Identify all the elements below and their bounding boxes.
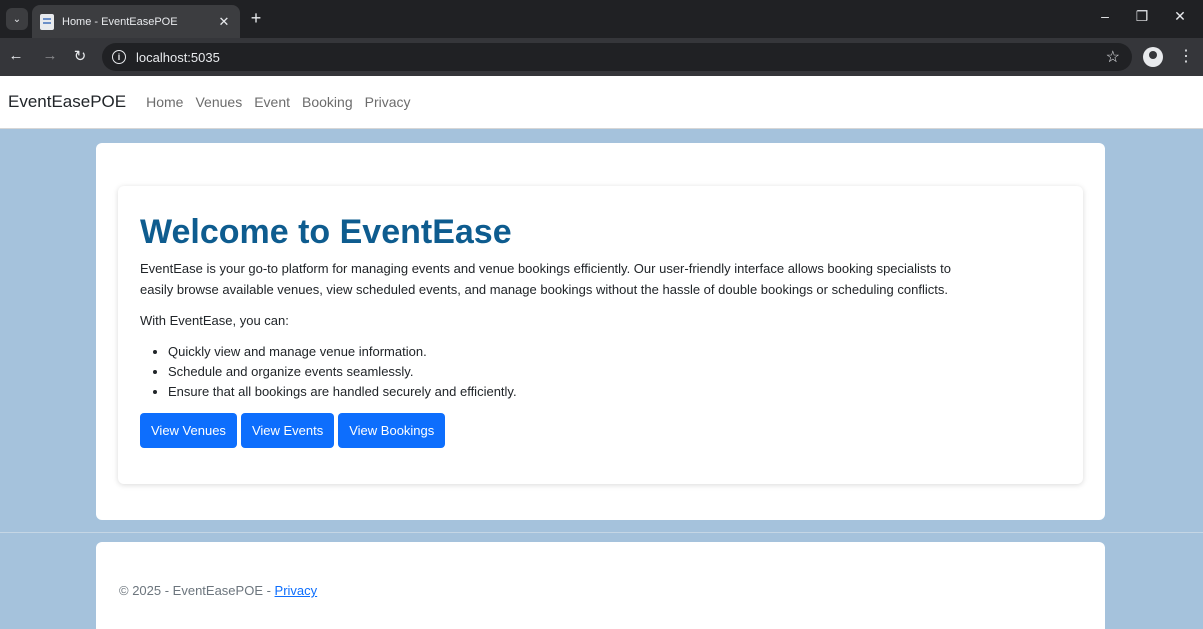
main-container: Welcome to EventEase EventEase is your g… — [96, 143, 1105, 520]
address-bar[interactable]: i localhost:5035 ☆ — [102, 43, 1132, 71]
feature-item: Schedule and organize events seamlessly. — [168, 362, 1061, 382]
minimize-icon[interactable]: – — [1095, 8, 1115, 24]
menu-kebab-icon[interactable]: ⋮ — [1178, 46, 1194, 66]
intro-line-2: easily browse available venues, view sch… — [140, 282, 948, 297]
browser-tab[interactable]: Home - EventEasePOE ✕ — [32, 5, 240, 38]
nav-link-booking[interactable]: Booking — [302, 94, 353, 110]
footer-divider — [0, 532, 1203, 533]
intro-paragraph: EventEase is your go-to platform for man… — [140, 258, 1061, 300]
features-list: Quickly view and manage venue informatio… — [168, 342, 1061, 402]
restore-icon[interactable]: ❐ — [1132, 8, 1152, 25]
nav-link-privacy[interactable]: Privacy — [365, 94, 411, 110]
app-navbar: EventEasePOE Home Venues Event Booking P… — [0, 76, 1203, 129]
tab-search-icon[interactable]: ⌄ — [6, 8, 28, 30]
view-bookings-button[interactable]: View Bookings — [338, 413, 446, 448]
page-title: Welcome to EventEase — [140, 213, 512, 251]
feature-item: Ensure that all bookings are handled sec… — [168, 382, 1061, 402]
brand-link[interactable]: EventEasePOE — [8, 92, 126, 112]
browser-toolbar: ← → ↻ i localhost:5035 ☆ ⋮ — [0, 38, 1203, 76]
footer-text: © 2025 - EventEasePOE - Privacy — [119, 583, 317, 598]
footer: © 2025 - EventEasePOE - Privacy — [96, 542, 1105, 629]
welcome-card: Welcome to EventEase EventEase is your g… — [118, 186, 1083, 484]
profile-icon[interactable] — [1143, 47, 1163, 67]
site-info-icon[interactable]: i — [112, 50, 126, 64]
features-intro: With EventEase, you can: — [140, 313, 289, 328]
view-venues-button[interactable]: View Venues — [140, 413, 237, 448]
feature-item: Quickly view and manage venue informatio… — [168, 342, 1061, 362]
url-text: localhost:5035 — [136, 49, 220, 65]
nav-link-event[interactable]: Event — [254, 94, 290, 110]
browser-tab-bar: ⌄ Home - EventEasePOE ✕ + – ❐ ✕ — [0, 0, 1203, 38]
page-favicon-icon — [40, 13, 54, 30]
back-icon[interactable]: ← — [6, 47, 26, 64]
action-buttons: View Venues View Events View Bookings — [140, 413, 1061, 448]
tab-close-icon[interactable]: ✕ — [216, 14, 232, 30]
footer-privacy-link[interactable]: Privacy — [275, 583, 318, 598]
copyright-text: © 2025 - EventEasePOE - — [119, 583, 275, 598]
reload-icon[interactable]: ↻ — [70, 47, 90, 65]
view-events-button[interactable]: View Events — [240, 413, 335, 448]
tab-title: Home - EventEasePOE — [62, 15, 178, 28]
forward-icon[interactable]: → — [40, 47, 60, 64]
nav-link-home[interactable]: Home — [146, 94, 183, 110]
intro-line-1: EventEase is your go-to platform for man… — [140, 261, 952, 276]
bookmark-star-icon[interactable]: ☆ — [1106, 47, 1120, 67]
nav-link-venues[interactable]: Venues — [195, 94, 242, 110]
new-tab-icon[interactable]: + — [246, 8, 266, 28]
window-close-icon[interactable]: ✕ — [1170, 8, 1190, 25]
